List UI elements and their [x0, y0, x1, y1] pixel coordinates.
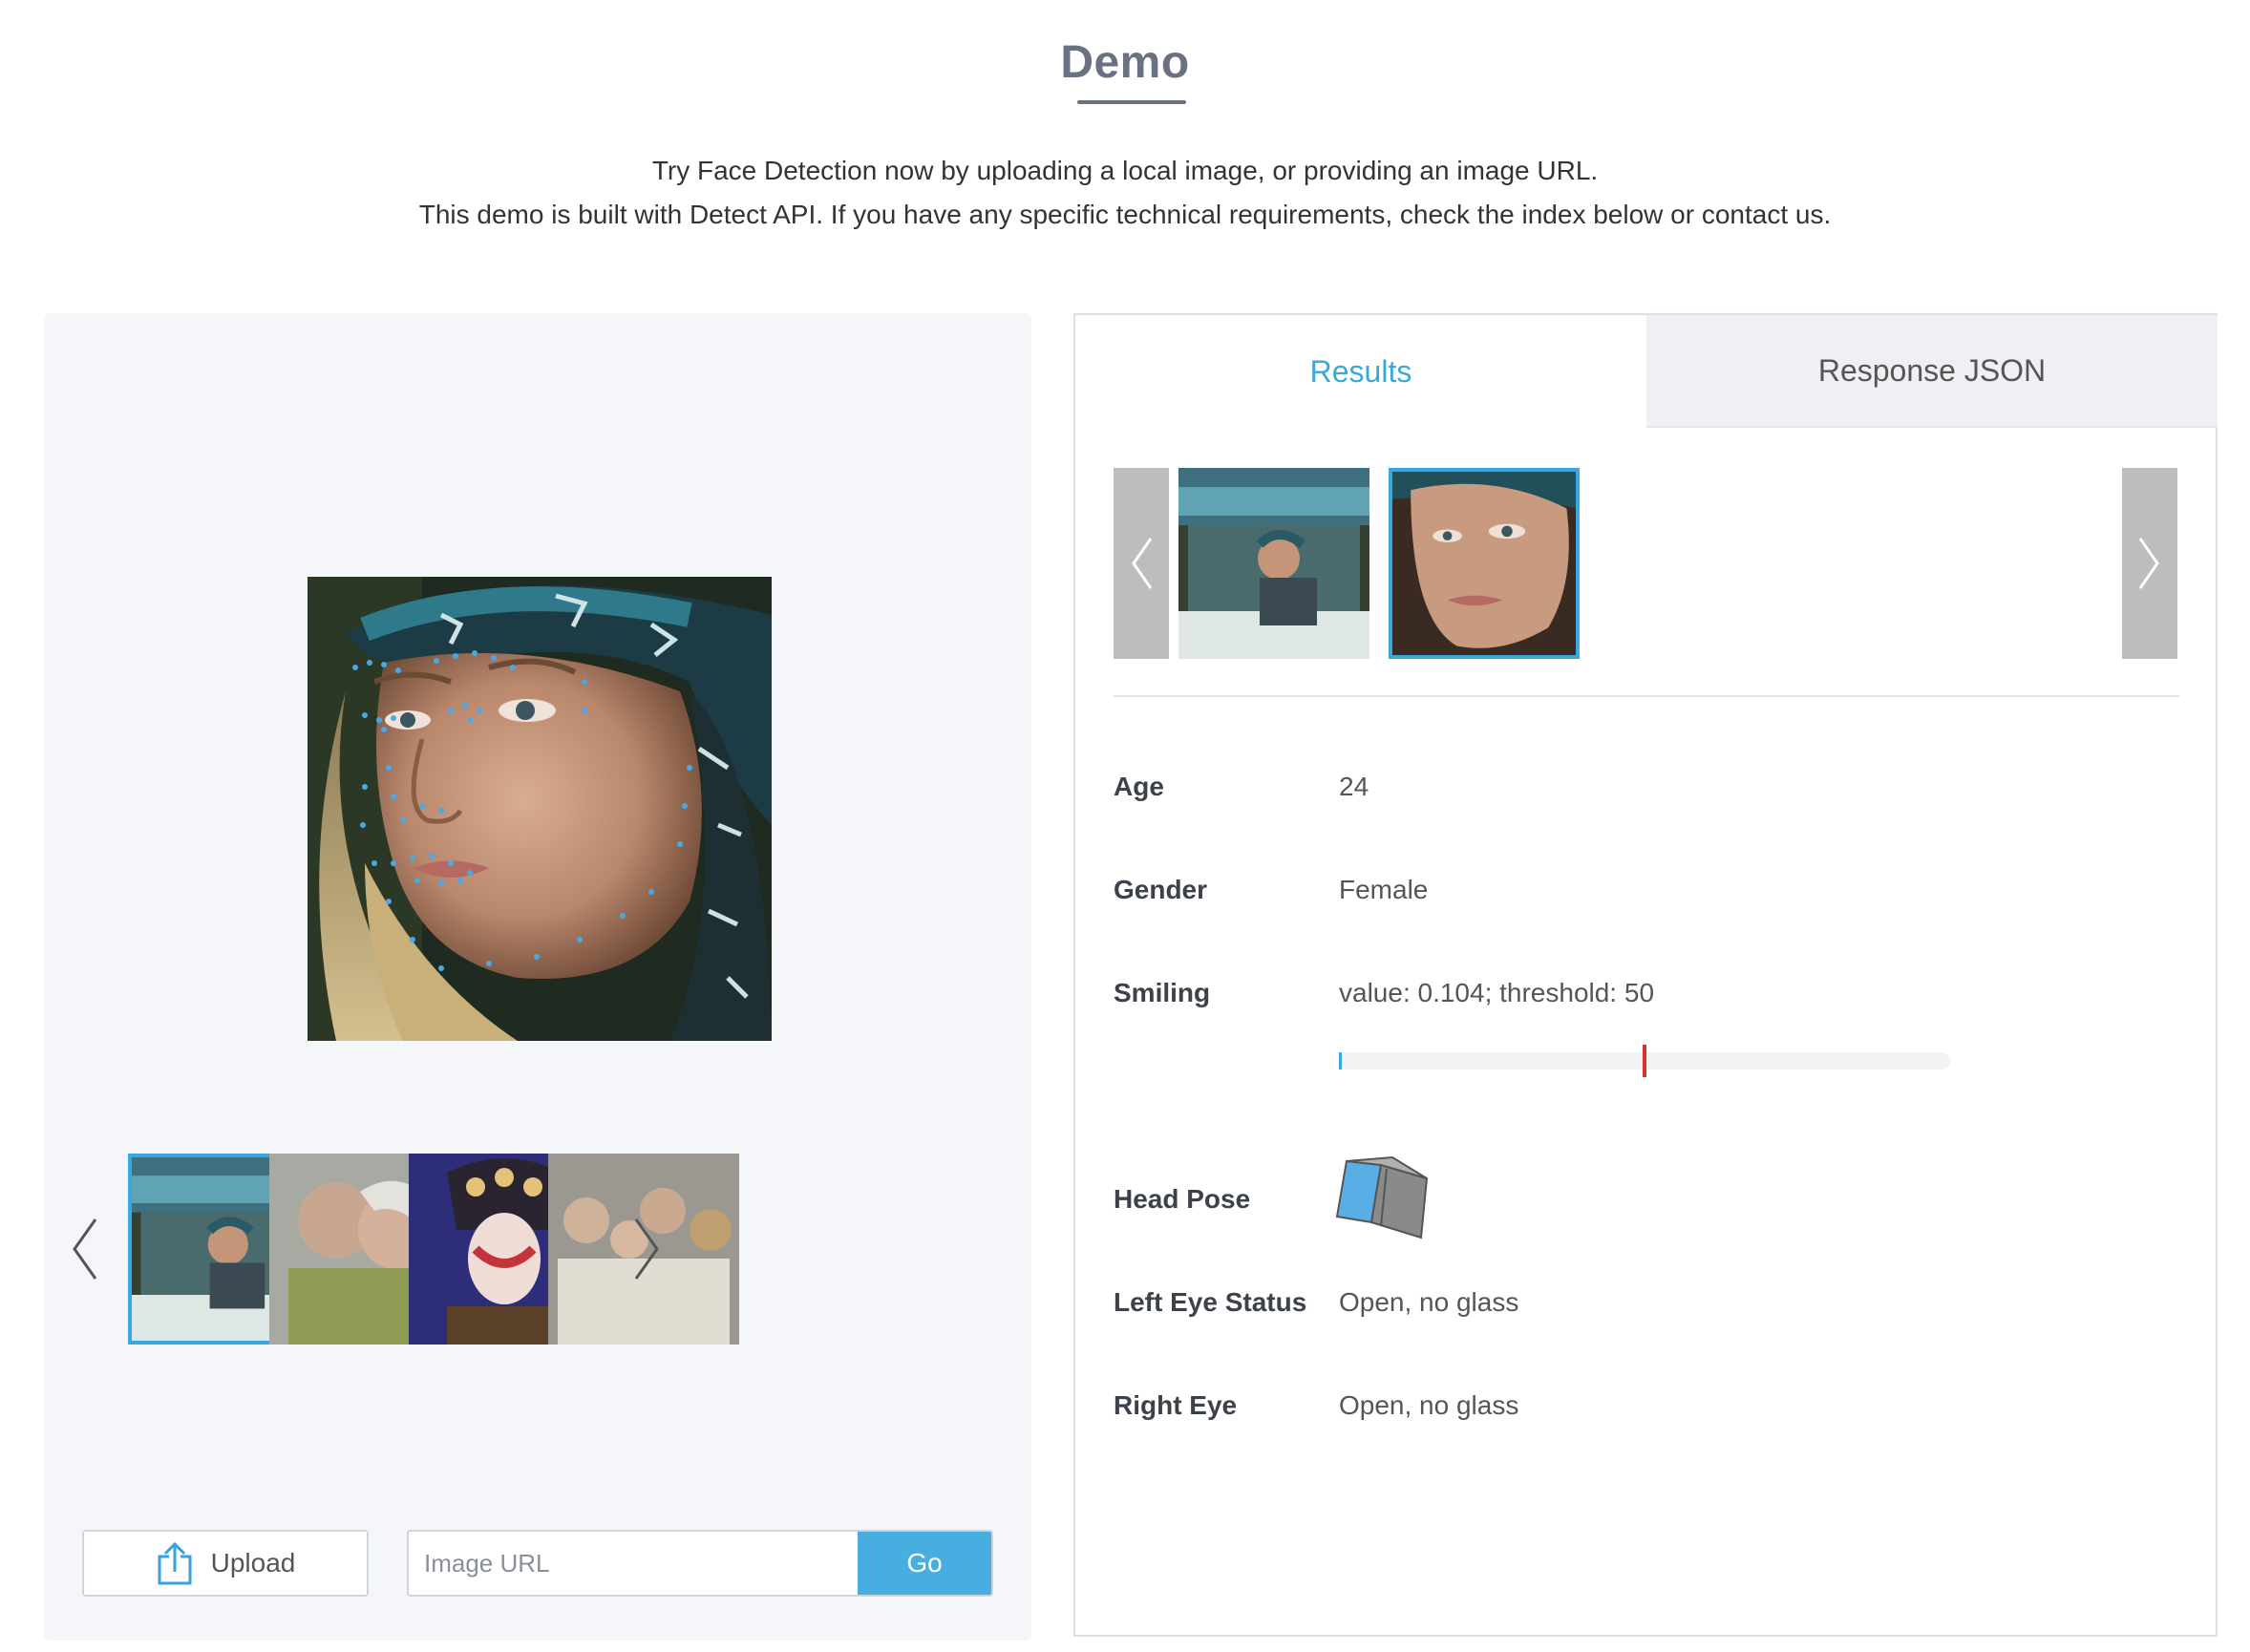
age-value: 24	[1339, 772, 1369, 801]
chevron-left-icon	[1132, 538, 1153, 589]
intro-line-1: Try Face Detection now by uploading a lo…	[651, 156, 1599, 185]
faces-next-button[interactable]	[2122, 468, 2177, 659]
smiling-value: value: 0.104; threshold: 50	[1339, 978, 1655, 1007]
page-title: Demo	[1060, 37, 1190, 88]
thumbnails-prev-button[interactable]	[65, 1154, 103, 1345]
detected-face-full-image[interactable]	[1178, 468, 1369, 659]
left-eye-status-label: Left Eye Status	[1114, 1287, 1307, 1317]
smiling-bar-fill	[1339, 1052, 1342, 1070]
gender-value: Female	[1339, 875, 1429, 904]
upload-button[interactable]: Upload	[82, 1530, 369, 1597]
demo-page: Demo Try Face Detection now by uploading…	[0, 0, 2250, 1652]
chevron-right-icon	[634, 1218, 659, 1280]
results-panel: Results Response JSON Age 24 Gender Fema…	[1073, 313, 2218, 1637]
right-eye-status-label: Right Eye	[1114, 1390, 1238, 1420]
thumbnails-next-button[interactable]	[628, 1154, 667, 1345]
upload-icon	[158, 1541, 192, 1585]
image-url-form: Go	[407, 1530, 993, 1597]
main-detection-image	[308, 577, 772, 1041]
chevron-right-icon	[2138, 538, 2159, 589]
right-eye-status-value: Open, no glass	[1339, 1390, 1519, 1420]
left-eye-status-value: Open, no glass	[1339, 1287, 1519, 1317]
head-pose-cube-icon	[1335, 1155, 1429, 1239]
age-label: Age	[1114, 772, 1164, 801]
tab-results[interactable]: Results	[1075, 315, 1646, 428]
results-divider	[1114, 695, 2179, 697]
smiling-label: Smiling	[1114, 978, 1211, 1007]
tab-response-json[interactable]: Response JSON	[1646, 315, 2218, 428]
detected-face-crop[interactable]	[1389, 468, 1580, 659]
smiling-threshold-marker	[1643, 1045, 1646, 1077]
image-input-panel: Upload Go	[44, 313, 1031, 1641]
upload-label: Upload	[210, 1548, 296, 1578]
go-button[interactable]: Go	[858, 1532, 991, 1595]
gender-label: Gender	[1114, 875, 1208, 904]
image-url-input[interactable]	[409, 1532, 858, 1595]
faces-prev-button[interactable]	[1114, 468, 1169, 659]
intro-line-2: This demo is built with Detect API. If y…	[418, 200, 1832, 229]
chevron-left-icon	[73, 1218, 97, 1280]
title-underline	[1077, 100, 1186, 104]
head-pose-label: Head Pose	[1114, 1184, 1251, 1214]
